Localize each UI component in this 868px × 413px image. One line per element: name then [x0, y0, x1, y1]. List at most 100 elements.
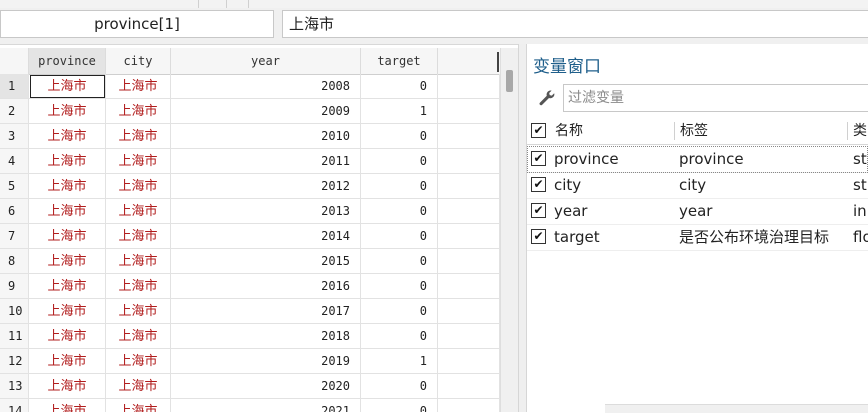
cell-target[interactable]: 0: [361, 74, 438, 99]
cell-city[interactable]: 上海市: [106, 199, 171, 224]
cell-year[interactable]: 2019: [171, 349, 361, 374]
cell-target[interactable]: 1: [361, 349, 438, 374]
cell-province[interactable]: 上海市: [29, 249, 106, 274]
variable-row[interactable]: ✔ year year in: [527, 198, 868, 225]
column-header-year[interactable]: year: [171, 48, 361, 74]
cell-empty[interactable]: [438, 199, 500, 224]
cell-province[interactable]: 上海市: [29, 124, 106, 149]
cell-city[interactable]: 上海市: [106, 74, 171, 99]
cell-province[interactable]: 上海市: [29, 74, 106, 99]
cell-city[interactable]: 上海市: [106, 99, 171, 124]
cell-province[interactable]: 上海市: [29, 174, 106, 199]
row-number[interactable]: 12: [0, 349, 29, 374]
cell-target[interactable]: 0: [361, 124, 438, 149]
cell-target[interactable]: 0: [361, 249, 438, 274]
cell-empty[interactable]: [438, 74, 500, 99]
cell-city[interactable]: 上海市: [106, 299, 171, 324]
cell-target[interactable]: 0: [361, 174, 438, 199]
row-number[interactable]: 9: [0, 274, 29, 299]
cell-province[interactable]: 上海市: [29, 374, 106, 399]
variable-row[interactable]: ✔ province province st: [527, 146, 868, 173]
cell-target[interactable]: 0: [361, 374, 438, 399]
cell-empty[interactable]: [438, 249, 500, 274]
column-header-city[interactable]: city: [106, 48, 171, 74]
cell-target[interactable]: 0: [361, 149, 438, 174]
row-number[interactable]: 4: [0, 149, 29, 174]
cell-empty[interactable]: [438, 224, 500, 249]
cell-city[interactable]: 上海市: [106, 149, 171, 174]
variable-row[interactable]: ✔ city city st: [527, 172, 868, 199]
cell-province[interactable]: 上海市: [29, 324, 106, 349]
variable-checkbox[interactable]: ✔: [531, 203, 546, 218]
cell-year[interactable]: 2009: [171, 99, 361, 124]
cell-empty[interactable]: [438, 149, 500, 174]
cell-city[interactable]: 上海市: [106, 324, 171, 349]
cell-year[interactable]: 2020: [171, 374, 361, 399]
cell-province[interactable]: 上海市: [29, 274, 106, 299]
cell-province[interactable]: 上海市: [29, 199, 106, 224]
cell-target[interactable]: 0: [361, 399, 438, 412]
cell-city[interactable]: 上海市: [106, 349, 171, 374]
cell-empty[interactable]: [438, 174, 500, 199]
row-number[interactable]: 3: [0, 124, 29, 149]
row-number[interactable]: 14: [0, 399, 29, 412]
cell-reference-box[interactable]: province[1]: [0, 10, 274, 38]
variable-checkbox[interactable]: ✔: [531, 229, 546, 244]
cell-target[interactable]: 0: [361, 324, 438, 349]
row-number[interactable]: 8: [0, 249, 29, 274]
row-number[interactable]: 5: [0, 174, 29, 199]
cell-empty[interactable]: [438, 299, 500, 324]
cell-city[interactable]: 上海市: [106, 274, 171, 299]
cell-year[interactable]: 2011: [171, 149, 361, 174]
row-number[interactable]: 1: [0, 74, 29, 99]
select-all-checkbox[interactable]: ✔: [531, 123, 546, 138]
row-number[interactable]: 10: [0, 299, 29, 324]
header-label[interactable]: 标签: [680, 118, 708, 144]
filter-variables-input[interactable]: 过滤变量: [563, 84, 868, 112]
cell-year[interactable]: 2016: [171, 274, 361, 299]
cell-empty[interactable]: [438, 399, 500, 412]
cell-province[interactable]: 上海市: [29, 399, 106, 412]
cell-target[interactable]: 0: [361, 199, 438, 224]
cell-year[interactable]: 2017: [171, 299, 361, 324]
cell-empty[interactable]: [438, 349, 500, 374]
cell-year[interactable]: 2014: [171, 224, 361, 249]
column-header-target[interactable]: target: [361, 48, 438, 74]
cell-year[interactable]: 2018: [171, 324, 361, 349]
cell-city[interactable]: 上海市: [106, 399, 171, 412]
row-number[interactable]: 11: [0, 324, 29, 349]
cell-province[interactable]: 上海市: [29, 224, 106, 249]
column-header-province[interactable]: province: [29, 48, 106, 74]
cell-year[interactable]: 2012: [171, 174, 361, 199]
vertical-scrollbar[interactable]: [500, 48, 518, 412]
cell-empty[interactable]: [438, 324, 500, 349]
cell-year[interactable]: 2013: [171, 199, 361, 224]
cell-province[interactable]: 上海市: [29, 349, 106, 374]
wrench-icon[interactable]: [537, 88, 557, 108]
cell-year[interactable]: 2010: [171, 124, 361, 149]
cell-city[interactable]: 上海市: [106, 124, 171, 149]
cell-year[interactable]: 2021: [171, 399, 361, 412]
row-number[interactable]: 7: [0, 224, 29, 249]
header-name[interactable]: 名称: [555, 118, 583, 144]
panel-splitter[interactable]: [518, 44, 527, 412]
variable-checkbox[interactable]: ✔: [531, 151, 546, 166]
cell-province[interactable]: 上海市: [29, 149, 106, 174]
cell-city[interactable]: 上海市: [106, 249, 171, 274]
row-number[interactable]: 6: [0, 199, 29, 224]
cell-year[interactable]: 2015: [171, 249, 361, 274]
cell-city[interactable]: 上海市: [106, 224, 171, 249]
header-type[interactable]: 类: [853, 118, 867, 144]
cell-empty[interactable]: [438, 274, 500, 299]
scrollbar-thumb[interactable]: [506, 70, 513, 92]
cell-value-input[interactable]: 上海市: [282, 10, 868, 38]
cell-province[interactable]: 上海市: [29, 99, 106, 124]
cell-target[interactable]: 0: [361, 224, 438, 249]
row-number[interactable]: 2: [0, 99, 29, 124]
cell-target[interactable]: 1: [361, 99, 438, 124]
cell-province[interactable]: 上海市: [29, 299, 106, 324]
cell-empty[interactable]: [438, 124, 500, 149]
cell-target[interactable]: 0: [361, 274, 438, 299]
cell-city[interactable]: 上海市: [106, 174, 171, 199]
cell-year[interactable]: 2008: [171, 74, 361, 99]
